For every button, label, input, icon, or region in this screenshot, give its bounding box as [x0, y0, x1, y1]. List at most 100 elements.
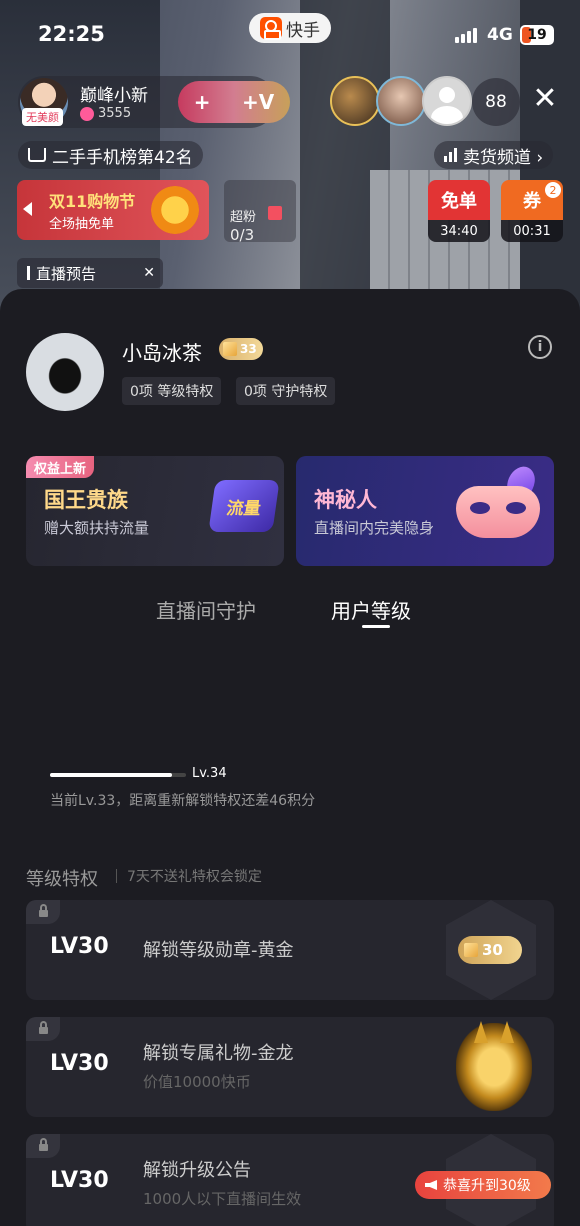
rank-pill[interactable]: 二手手机榜第42名 — [18, 141, 203, 169]
tab-user-level[interactable]: 用户等级 — [331, 595, 411, 624]
battery-icon: 19 — [520, 25, 554, 45]
shop-channel-pill[interactable]: 卖货频道 › — [434, 141, 554, 169]
tab-bar: 直播间守护 用户等级 — [0, 595, 580, 635]
viewer-avatar[interactable] — [376, 76, 426, 126]
king-noble-card[interactable]: 权益上新 国王贵族 赠大额扶持流量 流量 — [26, 456, 284, 566]
preview-label: 直播预告 — [36, 264, 97, 283]
toast-text: 恭喜升到30级 — [443, 1178, 531, 1194]
lock-tab — [26, 1134, 60, 1158]
cube-icon — [464, 943, 478, 957]
close-icon[interactable]: ✕ — [530, 84, 560, 114]
viewer-count[interactable]: 88 — [472, 78, 520, 126]
top-viewers[interactable] — [330, 76, 472, 126]
lock-icon — [38, 1138, 48, 1151]
app-name: 快手 — [286, 20, 320, 41]
privilege-level: LV30 — [50, 1051, 109, 1076]
coin-icon — [151, 186, 199, 234]
privilege-subtitle: 价值10000快币 — [143, 1073, 251, 1091]
voucher-coupon[interactable]: 券 2 00:31 — [501, 180, 563, 242]
promo-title: 双11购物节 — [49, 192, 136, 211]
level-progress-bar — [50, 773, 186, 777]
lock-tab — [26, 900, 60, 924]
privilege-level: LV30 — [50, 1168, 109, 1193]
card-title: 国王贵族 — [44, 488, 128, 512]
traffic-badge-icon: 流量 — [208, 480, 280, 532]
follow-plus: + — [193, 90, 211, 114]
user-avatar[interactable] — [26, 333, 104, 411]
cart-icon — [28, 148, 46, 162]
battery-level: 19 — [527, 27, 547, 43]
progress-tip: 当前Lv.33，距离重新解锁特权还差46积分 — [50, 793, 316, 809]
host-info-pill[interactable]: 无美颜 巅峰小新 3555 + +V — [18, 76, 290, 128]
tab-live-guard[interactable]: 直播间守护 — [156, 595, 256, 624]
privilege-title: 解锁等级勋章-黄金 — [143, 940, 294, 961]
likes-count: 3555 — [98, 106, 132, 121]
network-type: 4G — [487, 25, 513, 45]
info-icon[interactable]: i — [528, 335, 552, 359]
preview-bar — [27, 266, 30, 280]
super-fan-task[interactable]: 超粉 0/3 — [224, 180, 296, 244]
card-subtitle: 赠大额扶持流量 — [44, 519, 150, 537]
level-progress-fill — [50, 773, 173, 777]
level-up-toast[interactable]: 恭喜升到30级 — [415, 1171, 551, 1199]
mask-icon — [456, 486, 540, 538]
card-subtitle: 直播间内完美隐身 — [314, 519, 435, 537]
host-name: 巅峰小新 — [80, 86, 148, 106]
rank-label: 二手手机榜第42名 — [52, 147, 193, 168]
task-progress: 0/3 — [230, 226, 255, 244]
privileges-heading: 等级特权 — [26, 869, 98, 890]
coupon-timer: 00:31 — [501, 220, 563, 242]
golden-dragon-icon — [456, 1023, 532, 1111]
status-bar: 22:25 快手 4G 19 — [0, 0, 580, 60]
privilege-level: LV30 — [50, 934, 109, 959]
app-indicator-pill[interactable]: 快手 — [249, 13, 331, 43]
next-level-label: Lv.34 — [192, 766, 227, 781]
close-icon[interactable]: ✕ — [143, 265, 155, 281]
privilege-row[interactable]: LV30 解锁等级勋章-黄金 30 — [26, 900, 554, 1000]
privilege-title: 解锁专属礼物-金龙 — [143, 1043, 294, 1064]
follow-v: +V — [241, 90, 275, 114]
level-value: 33 — [240, 342, 257, 356]
user-name: 小岛冰茶 — [122, 341, 202, 365]
status-time: 22:25 — [38, 22, 105, 46]
lock-icon — [38, 1021, 48, 1034]
cube-icon — [223, 342, 237, 356]
task-label: 超粉 — [230, 210, 257, 225]
viewer-avatar[interactable] — [330, 76, 380, 126]
guard-privilege-chip[interactable]: 0项 守护特权 — [236, 377, 336, 405]
live-preview-pill[interactable]: 直播预告 ✕ — [17, 258, 163, 288]
badge-value: 30 — [482, 941, 503, 959]
lock-tab — [26, 1017, 60, 1041]
user-level-sheet: 小岛冰茶 33 i 0项 等级特权 0项 守护特权 权益上新 国王贵族 赠大额扶… — [0, 289, 580, 1226]
shopping-festival-banner[interactable]: 双11购物节 全场抽免单 — [17, 180, 209, 240]
arrow-left-icon — [23, 202, 32, 216]
active-tab-indicator — [362, 625, 390, 628]
gold-medal-badge: 30 — [458, 936, 522, 964]
privilege-title: 解锁升级公告 — [143, 1160, 251, 1181]
coupon-count-badge: 2 — [545, 182, 561, 198]
kuaishou-logo-icon — [260, 17, 282, 40]
speaker-icon — [425, 1180, 437, 1190]
host-badge: 无美颜 — [22, 108, 63, 126]
level-privilege-chip[interactable]: 0项 等级特权 — [122, 377, 222, 405]
heart-icon — [80, 106, 94, 121]
privileges-note: 7天不送礼特权会锁定 — [127, 869, 262, 885]
free-order-coupon[interactable]: 免单 34:40 — [428, 180, 490, 242]
lock-icon — [38, 904, 48, 917]
privilege-subtitle: 1000人以下直播间生效 — [143, 1190, 302, 1208]
coupon-timer: 34:40 — [428, 220, 490, 242]
follow-button[interactable]: + +V — [178, 81, 290, 123]
privilege-row[interactable]: LV30 解锁专属礼物-金龙 价值10000快币 — [26, 1017, 554, 1117]
signal-icon — [455, 27, 477, 43]
divider — [116, 869, 117, 883]
host-likes: 3555 — [80, 106, 131, 121]
card-title: 神秘人 — [314, 488, 377, 512]
new-rights-ribbon: 权益上新 — [26, 456, 95, 478]
mystery-person-card[interactable]: 神秘人 直播间内完美隐身 — [296, 456, 554, 566]
viewer-avatar[interactable] — [422, 76, 472, 126]
level-chip: 33 — [219, 338, 263, 360]
coupon-label: 免单 — [428, 180, 490, 220]
promo-subtitle: 全场抽免单 — [49, 217, 115, 232]
shop-channel-label: 卖货频道 › — [463, 147, 544, 168]
chart-bars-icon — [444, 148, 457, 162]
